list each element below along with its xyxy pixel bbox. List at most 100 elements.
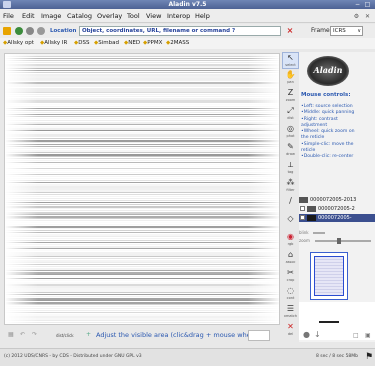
survey-allsky-ir[interactable]: ◆Allsky IR — [40, 38, 67, 49]
zoom-icon: Z — [287, 88, 294, 97]
pixel-value-box — [248, 330, 270, 341]
memory-status: 8 sec / 8 sec 58Mb — [316, 354, 359, 359]
blink-label: blink — [299, 230, 309, 235]
stack-row[interactable]: 0000072005-2 — [299, 205, 375, 213]
select-tool[interactable]: ↖ select — [282, 52, 299, 69]
assoc-tool[interactable]: ⌂ assoc — [282, 250, 299, 267]
viewer-footer: ▦ ↶ ↷ dist/click + Adjust the visible ar… — [4, 330, 280, 342]
close-icon[interactable]: ✕ — [363, 12, 372, 21]
pointer-icon: ↖ — [287, 53, 294, 62]
checkbox[interactable] — [300, 215, 305, 220]
play-icon[interactable]: ● — [303, 330, 310, 339]
stack-row-selected[interactable]: 0000072005- — [299, 214, 375, 222]
pin-icon[interactable]: ⚙ — [352, 12, 361, 21]
pencil-icon: ✎ — [287, 142, 294, 151]
right-panel: Aladin Mouse controls: •Left: source sel… — [299, 52, 375, 342]
menu-tool[interactable]: Tool — [127, 9, 140, 23]
distance-icon: ⤢ — [287, 106, 294, 115]
location-label: Location — [50, 28, 77, 34]
plane-thumb-icon — [307, 205, 316, 212]
survey-ned[interactable]: ◆NED — [124, 38, 140, 49]
survey-dss[interactable]: ◆DSS — [74, 38, 89, 49]
forward-icon[interactable] — [37, 27, 45, 35]
survey-ppmx[interactable]: ◆PPMX — [143, 38, 162, 49]
line-icon: ∕ — [289, 196, 292, 205]
phot-tool[interactable]: ◎ phot — [282, 124, 299, 141]
delete-plane-icon[interactable]: ▣ — [365, 332, 371, 339]
mouse-hint: •Double-clic: re-center — [301, 154, 354, 160]
aladin-logo: Aladin — [307, 56, 349, 86]
survey-2mass[interactable]: ◆2MASS — [166, 38, 189, 49]
xmatch-icon: ☰ — [286, 304, 295, 313]
tool-column: ↖ select ✋ pan Zzoom ⤢ dist ◎ phot ✎ draw ⟂ ta… — [282, 52, 299, 342]
flag-icon[interactable]: ⚑ — [365, 353, 373, 362]
menu-overlay[interactable]: Overlay — [97, 9, 122, 23]
blink-slider[interactable] — [313, 232, 325, 234]
draw-tool[interactable]: ✎ draw — [282, 142, 299, 159]
location-toolbar: Location × Frame ICRS ∨ — [0, 24, 375, 38]
survey-bar: ◆Allsky opt ◆Allsky IR ◆DSS ◆Simbad ◆NED… — [0, 38, 375, 49]
minimize-icon[interactable]: − — [354, 1, 361, 8]
title-bar: Aladin v7.5 − □ — [0, 0, 375, 9]
plane-thumb-icon — [307, 214, 316, 221]
survey-allsky-opt[interactable]: ◆Allsky opt — [3, 38, 34, 49]
del-tool[interactable]: ✕ del — [282, 322, 299, 339]
cont-tool[interactable]: ◌ cont — [282, 286, 299, 303]
menu-image[interactable]: Image — [41, 9, 61, 23]
image-viewer[interactable] — [4, 53, 280, 325]
stack-row[interactable]: 0000072005-2013 — [299, 196, 375, 204]
menu-catalog[interactable]: Catalog — [67, 9, 92, 23]
maximize-icon[interactable]: □ — [364, 1, 371, 8]
shape-tool[interactable]: ◇ — [282, 214, 299, 231]
menu-help[interactable]: Help — [195, 9, 210, 23]
photometry-icon: ◎ — [287, 124, 294, 133]
frame-select[interactable]: ICRS ∨ — [330, 26, 363, 36]
clear-icon[interactable]: × — [285, 25, 295, 37]
menu-file[interactable]: File — [3, 9, 14, 23]
menu-interop[interactable]: Interop — [167, 9, 190, 23]
crop-tool[interactable]: ✂ crop — [282, 268, 299, 285]
load-icon[interactable] — [15, 27, 23, 35]
pan-tool[interactable]: ✋ pan — [282, 70, 299, 87]
mouse-controls-list: •Left: source selection •Middle: quick p… — [301, 104, 375, 161]
survey-simbad[interactable]: ◆Simbad — [94, 38, 119, 49]
spectrum-image — [5, 54, 279, 324]
viewport-frame[interactable] — [314, 256, 344, 296]
copyright-text: (c) 2012 UDS/CNRS - by CDS - Distributed… — [4, 354, 142, 359]
delete-icon: ✕ — [287, 322, 294, 331]
checkbox[interactable] — [300, 206, 305, 211]
filter-tool[interactable]: ⁂ filter — [282, 178, 299, 195]
back-icon[interactable] — [26, 27, 34, 35]
crop-icon: ✂ — [287, 268, 294, 277]
contour-icon: ◌ — [287, 286, 294, 295]
rgb-tool[interactable]: ◉ rgb — [282, 232, 299, 249]
mouse-controls-title: Mouse controls: — [301, 92, 351, 98]
redo-icon[interactable]: ↷ — [32, 331, 37, 338]
tag-icon: ⟂ — [287, 160, 294, 169]
rgb-icon: ◉ — [287, 232, 294, 241]
zoom-tool[interactable]: Zzoom — [282, 88, 299, 105]
plane-thumb-icon — [299, 196, 308, 203]
open-folder-icon[interactable] — [3, 27, 11, 35]
status-bar: (c) 2012 UDS/CNRS - by CDS - Distributed… — [0, 348, 375, 366]
zoom-knob[interactable] — [337, 238, 341, 244]
frame-value: ICRS — [333, 28, 346, 34]
undo-icon[interactable]: ↶ — [20, 331, 25, 338]
chevron-down-icon: ∨ — [357, 28, 361, 34]
menu-view[interactable]: View — [146, 9, 161, 23]
erase-icon[interactable]: □ — [353, 332, 359, 339]
frame-label: Frame — [311, 27, 330, 34]
tag-tool[interactable]: ⟂ tag — [282, 160, 299, 177]
shape-icon: ◇ — [287, 214, 294, 223]
menu-edit[interactable]: Edit — [22, 9, 35, 23]
download-icon[interactable]: ↓ — [314, 330, 321, 339]
zoom-slider[interactable] — [315, 238, 371, 244]
grid-icon[interactable]: ▦ — [8, 331, 14, 338]
xmatch-tool[interactable]: ☰ xmatch — [282, 304, 299, 321]
plus-icon[interactable]: + — [86, 331, 91, 338]
overview-thumbnail[interactable] — [310, 252, 348, 300]
location-input[interactable] — [79, 26, 281, 36]
window-title: Aladin v7.5 — [168, 1, 207, 8]
dist-tool[interactable]: ⤢ dist — [282, 106, 299, 123]
line-tool[interactable]: ∕ — [282, 196, 299, 213]
